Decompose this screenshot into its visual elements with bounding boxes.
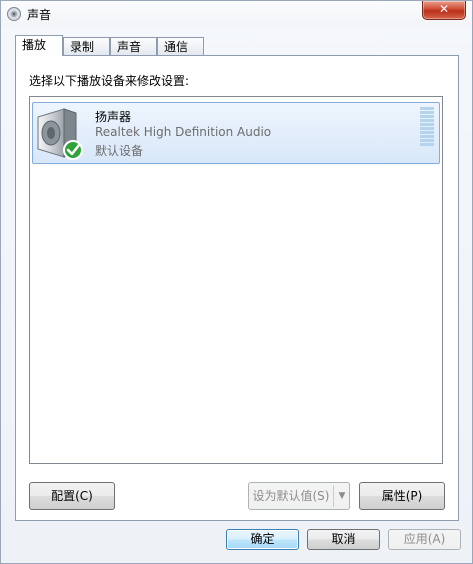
properties-button[interactable]: 属性(P) [359,482,445,510]
device-item-speaker[interactable]: 扬声器 Realtek High Definition Audio 默认设备 [32,102,440,164]
window-title: 声音 [27,8,52,22]
tab-label: 播放 [22,38,47,52]
tab-recording[interactable]: 录制 [63,37,110,55]
tab-sounds[interactable]: 声音 [110,37,157,55]
tab-label: 通信 [164,40,189,54]
tab-communications[interactable]: 通信 [157,37,204,55]
sound-app-icon [7,7,21,21]
configure-button[interactable]: 配置(C) [29,482,115,510]
set-default-button[interactable]: 设为默认值(S) ▼ [248,482,350,510]
properties-label: 属性(P) [381,489,423,503]
close-icon: ✕ [438,2,450,16]
cancel-label: 取消 [331,532,356,546]
tab-label: 录制 [70,40,95,54]
tab-label: 声音 [117,40,142,54]
device-status: 默认设备 [95,144,144,158]
device-driver: Realtek High Definition Audio [95,125,272,139]
volume-level-meter [420,107,434,149]
instruction-text: 选择以下播放设备来修改设置: [29,74,190,88]
ok-label: 确定 [250,532,275,546]
check-icon [63,140,83,160]
device-name: 扬声器 [95,110,132,124]
close-button[interactable]: ✕ [422,1,466,20]
sound-dialog: 声音 ✕ 播放 录制 声音 通信 选择以下播放设备来修改设置: 扬声器 Real… [0,0,473,564]
cancel-button[interactable]: 取消 [307,529,380,550]
split-divider [333,485,334,507]
apply-button[interactable]: 应用(A) [388,529,461,550]
chevron-down-icon[interactable]: ▼ [335,483,349,509]
playback-panel: 选择以下播放设备来修改设置: 扬声器 Realtek High Definiti… [15,55,459,521]
apply-label: 应用(A) [403,532,446,546]
device-list[interactable]: 扬声器 Realtek High Definition Audio 默认设备 [29,96,443,464]
title-bar[interactable]: 声音 ✕ [1,1,472,27]
ok-button[interactable]: 确定 [226,529,299,550]
set-default-label: 设为默认值(S) [252,489,330,503]
configure-label: 配置(C) [51,489,93,503]
tab-playback[interactable]: 播放 [15,35,63,56]
speaker-icon [37,108,83,160]
